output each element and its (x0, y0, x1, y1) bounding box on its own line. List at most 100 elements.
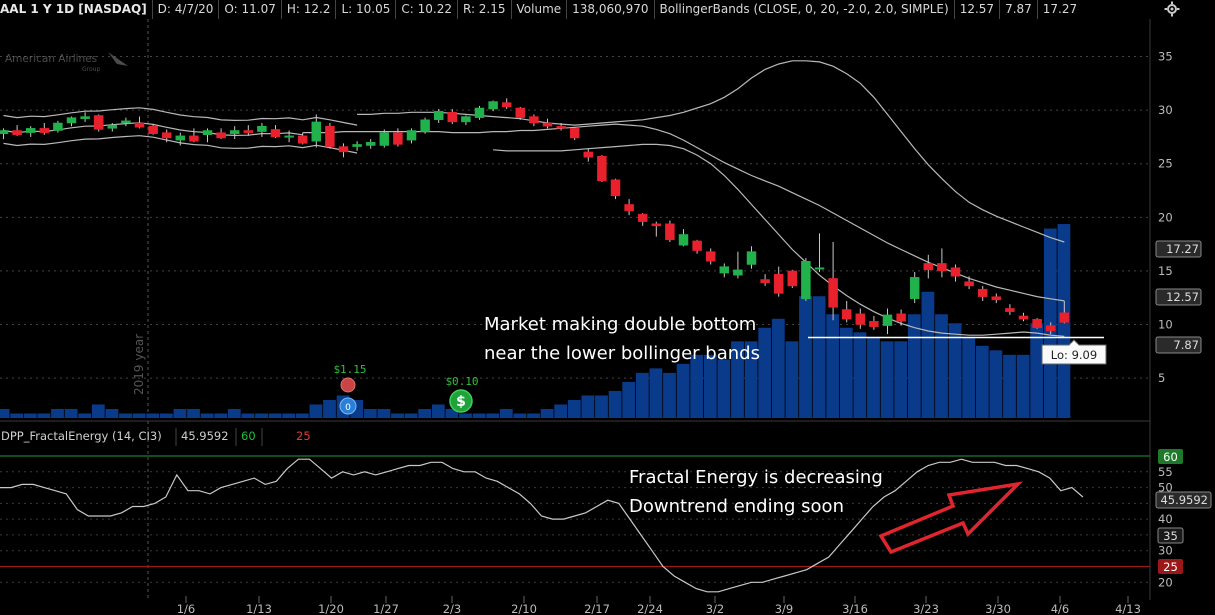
candle (882, 308, 893, 335)
candle (53, 120, 63, 133)
bollinger-lower-line (493, 143, 1065, 337)
volume-bar (200, 413, 214, 418)
fractal-level-low-label: 25 (296, 429, 311, 443)
candle (501, 98, 512, 110)
volume-bar (282, 413, 296, 418)
volume-bar (880, 341, 894, 418)
volume-bar (159, 413, 173, 418)
volume-bar (1003, 354, 1016, 418)
candle (828, 241, 838, 321)
fractal-value-label: 45.9592 (181, 429, 229, 443)
volume-bar (0, 408, 10, 418)
candle (733, 251, 743, 279)
volume-bar (554, 404, 568, 418)
volume-bar (119, 413, 132, 418)
candle (855, 308, 866, 329)
candle (406, 128, 417, 144)
candle (216, 128, 226, 140)
gear-icon[interactable] (1163, 1, 1181, 17)
candle (311, 114, 322, 148)
svg-text:35: 35 (1163, 529, 1178, 543)
time-tick-label: 1/27 (373, 602, 399, 615)
candle (583, 148, 594, 162)
annotation-fractal-line1: Fractal Energy is decreasing (629, 467, 883, 488)
price-tick-label: 5 (1158, 371, 1165, 385)
price-label-upper: 17.27 (1155, 240, 1202, 258)
logo-eagle-icon (108, 52, 128, 66)
volume-bar (499, 408, 513, 418)
candle (814, 233, 825, 272)
candle (257, 122, 267, 137)
bollinger-bands (3, 60, 1065, 337)
dividend-2-label: $0.10 (445, 375, 478, 388)
candle (420, 117, 430, 134)
volume-bar (540, 408, 554, 418)
fractal-energy-header: DPP_FractalEnergy (14, CI3) 45.9592 60 2… (1, 428, 311, 446)
volume-bar (51, 408, 64, 418)
price-tick-label: 20 (1158, 210, 1173, 224)
candle (610, 178, 621, 200)
candle (488, 100, 498, 112)
dividend-marker-2[interactable]: $0.10 $ (445, 375, 479, 413)
candle (121, 117, 131, 127)
candle (325, 122, 335, 149)
fractal-value-tag-25: 25 (1158, 559, 1183, 574)
price-label-mid: 12.57 (1155, 288, 1202, 306)
candle (705, 248, 716, 265)
candle (651, 221, 662, 237)
volume-bar (1016, 354, 1030, 418)
candle (569, 127, 580, 141)
volume-bar (78, 413, 92, 418)
time-tick-label: 3/9 (775, 602, 794, 615)
volume-bar (608, 390, 622, 418)
volume-bar (404, 413, 418, 418)
candle (39, 122, 50, 135)
candle (529, 114, 539, 127)
candle (25, 126, 36, 137)
range-label: R: 2.15 (458, 0, 512, 19)
volume-bar (323, 399, 336, 418)
volume-bar (146, 413, 160, 418)
candle (93, 114, 104, 132)
volume-bar (649, 368, 663, 418)
symbol-label[interactable]: AAL 1 Y 1D [NASDAQ] (0, 0, 153, 19)
volume-bar (268, 413, 282, 418)
annotation-double-bottom-line1: Market making double bottom (484, 314, 756, 335)
volume-bar (173, 408, 187, 418)
volume-bar (826, 314, 840, 418)
candle (624, 199, 634, 216)
fractal-tick-label: 55 (1158, 465, 1173, 479)
fractal-tick-label: 30 (1158, 544, 1173, 558)
svg-text:45.9592: 45.9592 (1160, 493, 1208, 507)
bollinger-upper-line (357, 60, 1065, 243)
price-tick-label: 15 (1158, 264, 1173, 278)
candle (801, 258, 811, 301)
candle (937, 248, 947, 278)
bollinger-mid-line (302, 123, 1065, 302)
candle (189, 128, 199, 143)
candle (964, 276, 974, 290)
candle (787, 269, 798, 289)
time-tick-label: 1/6 (177, 602, 196, 615)
annotation-fractal-line2: Downtrend ending soon (629, 496, 844, 517)
volume-bar (853, 332, 867, 418)
candle (447, 109, 458, 125)
candle (991, 293, 1002, 304)
candle (950, 264, 961, 282)
candle (1018, 312, 1029, 322)
candle (1032, 318, 1042, 329)
earnings-icon[interactable] (340, 377, 356, 393)
fractal-tick-label: 20 (1158, 575, 1173, 589)
svg-text:17.27: 17.27 (1166, 242, 1199, 256)
volume-bar (595, 395, 608, 418)
fractal-value-tag-current: 45.9592 (1155, 491, 1212, 509)
volume-bar (935, 314, 948, 418)
fractal-study-label: DPP_FractalEnergy (14, CI3) (1, 429, 162, 443)
volume-bar (758, 327, 772, 418)
time-tick-label: 3/30 (985, 602, 1011, 615)
volume-bar (635, 372, 649, 418)
time-tick-label: 4/6 (1051, 602, 1070, 615)
candle (80, 112, 90, 122)
volume-bar (867, 336, 880, 418)
svg-text:25: 25 (1163, 560, 1178, 574)
